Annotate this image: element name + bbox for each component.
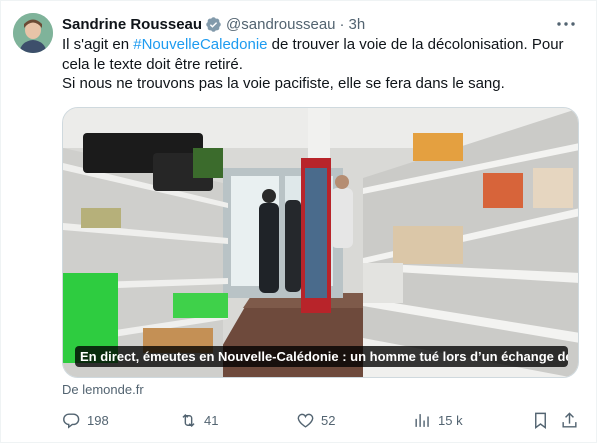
tweet[interactable]: Sandrine Rousseau @sandrousseau · 3h Il … (0, 0, 597, 443)
card-source[interactable]: De lemonde.fr (62, 382, 144, 397)
repost-count: 41 (204, 413, 219, 428)
timestamp[interactable]: 3h (349, 16, 366, 33)
bookmark-icon (535, 412, 546, 430)
text-segment: Il s'agit en (62, 36, 134, 53)
tweet-text-line: Il s'agit en #NouvelleCaledonie de trouv… (62, 35, 582, 55)
action-bar: 198 41 52 15 k (62, 411, 582, 433)
views-count: 15 k (438, 413, 463, 428)
hashtag-link[interactable]: #NouvelleCaledonie (133, 36, 267, 53)
link-card[interactable]: En direct, émeutes en Nouvelle-Calédonie… (62, 107, 579, 378)
author-handle[interactable]: @sandrousseau (226, 16, 335, 33)
avatar[interactable] (13, 13, 53, 53)
share-icon (562, 412, 577, 428)
verified-badge-icon (206, 16, 221, 32)
more-icon[interactable] (554, 12, 578, 36)
views-icon (415, 414, 429, 427)
repost-icon (182, 413, 195, 428)
tweet-header: Sandrine Rousseau @sandrousseau · 3h (62, 14, 582, 34)
like-icon (297, 413, 314, 428)
tweet-text: Il s'agit en #NouvelleCaledonie de trouv… (62, 35, 582, 94)
like-count: 52 (321, 413, 336, 428)
bookmark-button[interactable] (531, 411, 556, 430)
text-segment: de trouver la voie de la décolonisation.… (267, 36, 564, 53)
repost-button[interactable]: 41 (179, 411, 218, 430)
separator-dot: · (339, 15, 345, 33)
card-photo (63, 108, 578, 377)
like-button[interactable]: 52 (296, 411, 335, 430)
share-button[interactable] (560, 411, 585, 430)
card-caption: En direct, émeutes en Nouvelle-Calédonie… (75, 346, 568, 367)
views-button[interactable]: 15 k (413, 411, 463, 430)
author-name[interactable]: Sandrine Rousseau (62, 16, 202, 33)
tweet-text-line: Si nous ne trouvons pas la voie pacifist… (62, 75, 505, 92)
reply-button[interactable]: 198 (62, 411, 109, 430)
tweet-text-line: cela le texte doit être retiré. (62, 55, 243, 73)
reply-icon (63, 413, 80, 429)
reply-count: 198 (87, 413, 109, 428)
